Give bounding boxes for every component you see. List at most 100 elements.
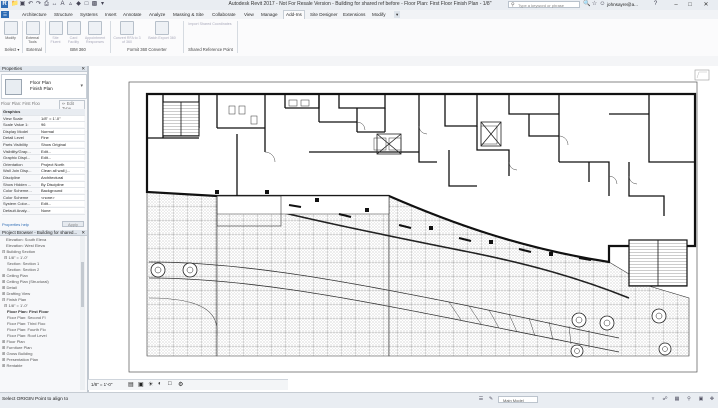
property-value[interactable]: Normal <box>40 128 84 134</box>
property-name: Parts Visibility <box>3 142 28 147</box>
tab-annotate[interactable]: Annotate <box>121 11 143 18</box>
property-name: Graphic Displ... <box>3 155 31 161</box>
user-icon[interactable]: ☺ <box>599 1 606 8</box>
close-hidden-icon[interactable]: □ <box>83 1 90 8</box>
property-value[interactable]: Edit... <box>40 201 84 207</box>
modify-button[interactable]: Modify <box>2 21 19 40</box>
3d-view-icon[interactable]: ▵ <box>67 1 74 8</box>
filter-icon[interactable]: ▿ <box>650 396 656 403</box>
editable-only-icon[interactable]: ✎ <box>488 396 494 403</box>
site-fluent-button[interactable]: Site Fluent <box>47 21 64 44</box>
tab-modify[interactable]: Modify <box>370 11 388 18</box>
tab-structure[interactable]: Structure <box>52 11 75 18</box>
drag-elements-icon[interactable]: ✥ <box>709 396 715 403</box>
view-cube-icon[interactable] <box>694 69 710 81</box>
external-tools-icon <box>25 21 40 35</box>
external-tools-button[interactable]: External Tools <box>24 21 41 44</box>
section-icon[interactable]: ◆ <box>75 1 82 8</box>
browser-tree-item[interactable]: ⊞ Rentable <box>0 363 80 369</box>
instance-selector[interactable]: Floor Plan: First Floo ✏ Edit Type <box>1 100 85 112</box>
type-selector[interactable]: Floor Plan Finish Plan ▾ <box>1 74 87 99</box>
active-workset-dropdown[interactable]: Main Model <box>498 396 538 403</box>
project-browser-header: Project Browser - Building for shared...… <box>0 230 87 236</box>
property-value[interactable]: By Discipline <box>40 181 84 187</box>
maximize-button[interactable]: □ <box>684 0 696 10</box>
print-icon[interactable]: ⎙ <box>43 1 50 8</box>
detail-level-icon[interactable]: ▤ <box>128 381 134 388</box>
property-value[interactable]: Clean all wall j... <box>40 168 84 174</box>
customize-icon[interactable]: ▾ <box>99 1 106 8</box>
minimize-button[interactable]: – <box>670 0 682 10</box>
undo-icon[interactable]: ↶ <box>27 1 34 8</box>
property-value[interactable]: Edit... <box>40 155 84 161</box>
tab-view[interactable]: View <box>242 11 256 18</box>
view-scale[interactable]: 1/8" = 1'-0" <box>91 382 112 387</box>
help-icon[interactable]: ? <box>652 1 659 8</box>
property-name: Wall Join Disp... <box>3 168 32 174</box>
property-value[interactable]: Architectural <box>40 175 84 180</box>
property-name: Show Hidden ... <box>3 181 32 187</box>
ribbon-divider <box>237 21 238 53</box>
open-icon[interactable]: 📁 <box>11 1 18 8</box>
select-underlay-icon[interactable]: ▦ <box>674 396 680 403</box>
tab-massing-site[interactable]: Massing & Site <box>171 11 206 18</box>
property-value[interactable]: 96 <box>40 122 84 128</box>
property-row: Detail Level Fine <box>2 135 85 142</box>
property-value[interactable]: None <box>40 208 84 213</box>
scrollbar-thumb[interactable] <box>81 262 84 307</box>
property-value[interactable]: <none> <box>40 194 84 200</box>
property-value[interactable]: Edit... <box>40 148 84 154</box>
temporary-hide-icon[interactable]: ⚙ <box>178 381 183 388</box>
drawing-canvas[interactable] <box>88 66 718 392</box>
tab-analyze[interactable]: Analyze <box>147 11 167 18</box>
property-value[interactable]: Background <box>40 188 84 194</box>
close-button[interactable]: ✕ <box>700 0 712 10</box>
tab-insert[interactable]: Insert <box>103 11 119 18</box>
appointment-responses-button[interactable]: Appointment Responses <box>84 21 106 44</box>
measure-icon[interactable]: ↔ <box>51 1 58 8</box>
property-name: Discipline <box>3 175 21 180</box>
star-icon[interactable]: ☆ <box>591 1 598 8</box>
tab-extensions[interactable]: Extensions <box>341 11 367 18</box>
tab-systems[interactable]: Systems <box>78 11 100 18</box>
batch-export-button[interactable]: Batch Export 360 <box>144 21 180 40</box>
search-input[interactable]: ⚲ Type a keyword or phrase <box>508 1 580 8</box>
import-shared-coords-button[interactable]: Import Shared Coordinates <box>186 21 234 26</box>
convert-rfa-button[interactable]: Convert RFA to 3 of 360 <box>112 21 142 44</box>
tab-file[interactable]: ☰ <box>1 11 10 18</box>
property-value[interactable]: 1/8" = 1'-0" <box>40 115 84 121</box>
property-name: Scale Value 1: <box>3 122 29 128</box>
revit-logo-icon[interactable]: R <box>1 1 8 8</box>
save-icon[interactable]: ▣ <box>19 1 26 8</box>
ribbon-toggle-icon[interactable]: ▾ <box>394 11 401 18</box>
property-value[interactable]: Fine <box>40 135 84 141</box>
browser-scrollbar[interactable] <box>80 236 85 390</box>
shadows-icon[interactable]: ◐ <box>158 381 162 387</box>
tab-collaborate[interactable]: Collaborate <box>210 11 238 18</box>
select-by-face-icon[interactable]: ▣ <box>698 396 704 403</box>
tab-architecture[interactable]: Architecture <box>20 11 49 18</box>
close-icon[interactable]: ✕ <box>81 66 85 72</box>
switch-windows-icon[interactable]: ▩ <box>91 1 98 8</box>
property-value[interactable]: Show Original <box>40 142 84 147</box>
properties-help-link[interactable]: Properties help <box>2 222 29 227</box>
select-links-icon[interactable]: ☍ <box>662 396 668 403</box>
card-facility-button[interactable]: Card Facility <box>65 21 82 44</box>
worksets-icon[interactable]: ☰ <box>478 396 484 403</box>
property-section-header[interactable]: Graphics <box>2 109 85 116</box>
tab-site-designer[interactable]: Site Designer <box>308 11 340 18</box>
redo-icon[interactable]: ↷ <box>35 1 42 8</box>
group-label-select[interactable]: Select ▾ <box>2 47 22 52</box>
select-pinned-icon[interactable]: ⚲ <box>686 396 692 403</box>
text-icon[interactable]: A <box>59 1 66 8</box>
infocenter-icon[interactable]: 🔍 <box>583 1 590 8</box>
crop-view-icon[interactable]: □ <box>168 381 172 387</box>
visual-style-icon[interactable]: ▣ <box>138 381 144 388</box>
floor-plan-drawing[interactable] <box>89 66 718 392</box>
view-control-bar: 1/8" = 1'-0" ▤ ▣ ☀ ◐ □ ⚙ <box>88 379 288 390</box>
tab-manage[interactable]: Manage <box>259 11 280 18</box>
apply-button[interactable]: Apply <box>62 221 84 227</box>
user-name[interactable]: johnsayre@a... <box>607 2 638 7</box>
property-value[interactable]: Project North <box>40 161 84 167</box>
sun-path-icon[interactable]: ☀ <box>148 381 153 388</box>
